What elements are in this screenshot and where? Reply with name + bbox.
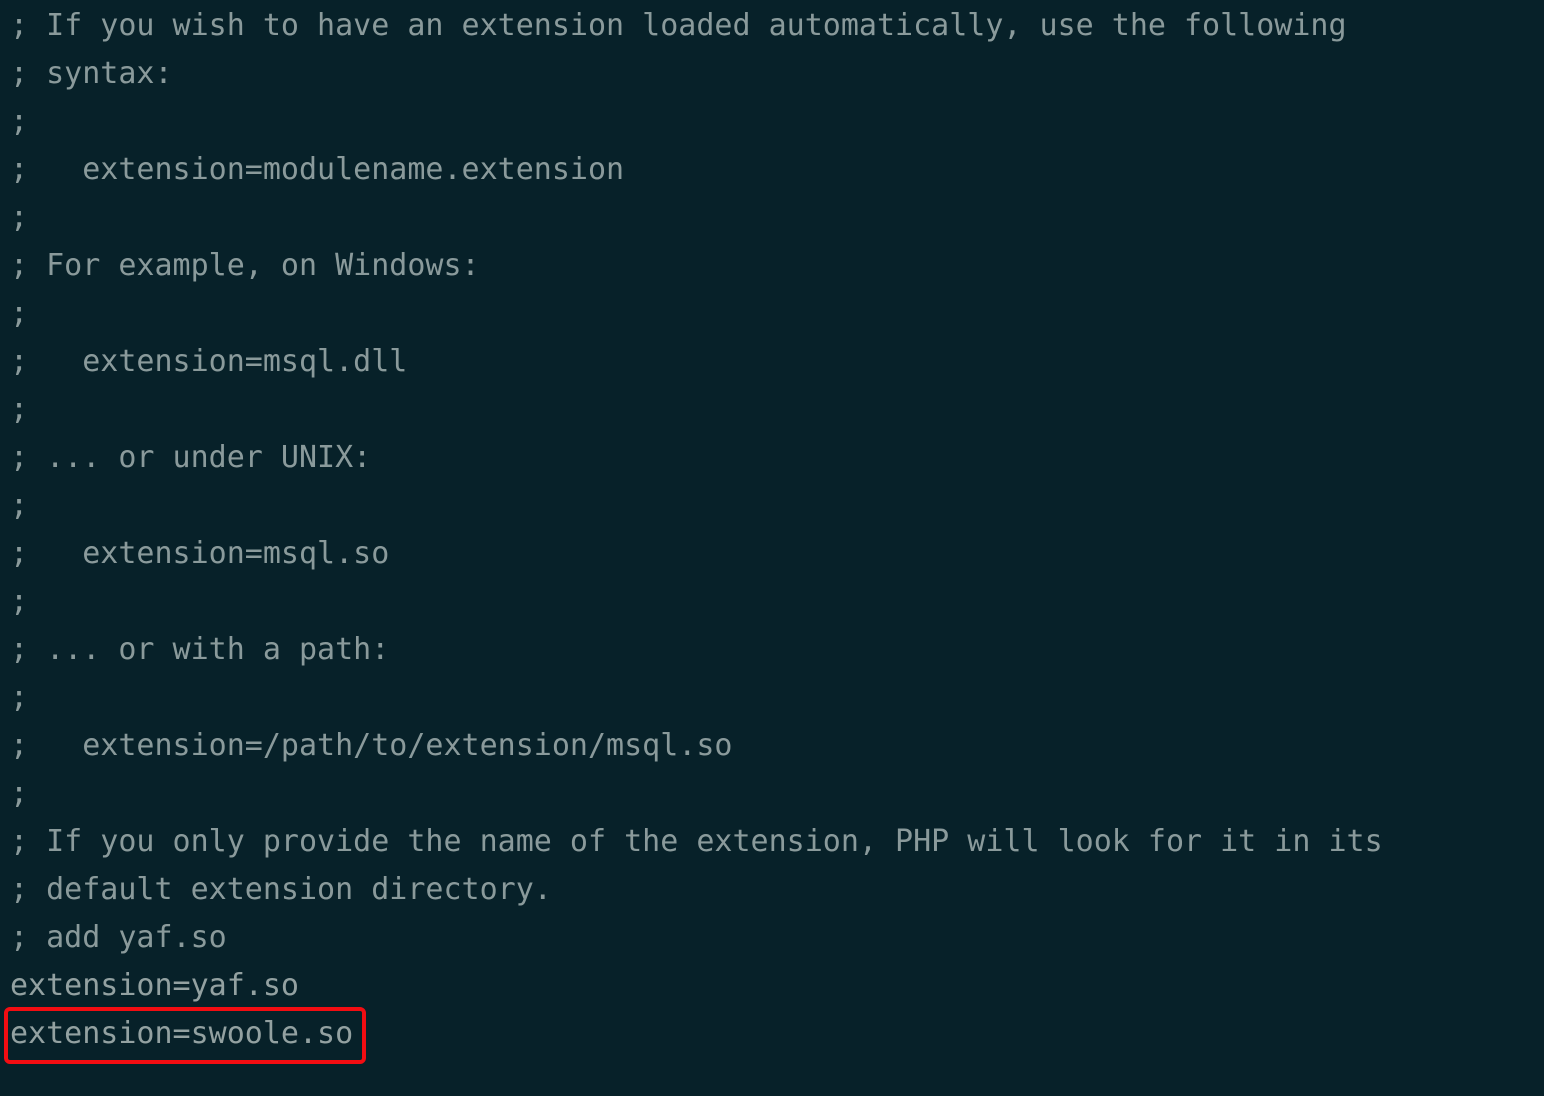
comment-line: ; ... or with a path: <box>10 632 390 667</box>
comment-line: ; <box>10 584 29 619</box>
comment-line: ; If you only provide the name of the ex… <box>10 824 1383 859</box>
comment-line: ; extension=msql.so <box>10 536 390 571</box>
comment-line: ; <box>10 296 29 331</box>
terminal-editor[interactable]: ; If you wish to have an extension loade… <box>0 0 1544 1096</box>
extension-directive-yaf: extension=yaf.so <box>10 968 299 1003</box>
comment-line: ; syntax: <box>10 56 173 91</box>
comment-line: ; For example, on Windows: <box>10 248 480 283</box>
comment-line: ; <box>10 200 29 235</box>
comment-line: ; default extension directory. <box>10 872 552 907</box>
comment-line: ; extension=msql.dll <box>10 344 408 379</box>
comment-line: ; ... or under UNIX: <box>10 440 372 475</box>
highlight-annotation-box <box>4 1007 366 1064</box>
comment-line: ; extension=modulename.extension <box>10 152 625 187</box>
comment-line: ; <box>10 488 29 523</box>
comment-line: ; <box>10 392 29 427</box>
comment-line: ; <box>10 104 29 139</box>
comment-line: ; extension=/path/to/extension/msql.so <box>10 728 733 763</box>
comment-line: ; add yaf.so <box>10 920 227 955</box>
comment-line: ; <box>10 680 29 715</box>
comment-line: ; <box>10 776 29 811</box>
comment-line: ; If you wish to have an extension loade… <box>10 8 1347 43</box>
